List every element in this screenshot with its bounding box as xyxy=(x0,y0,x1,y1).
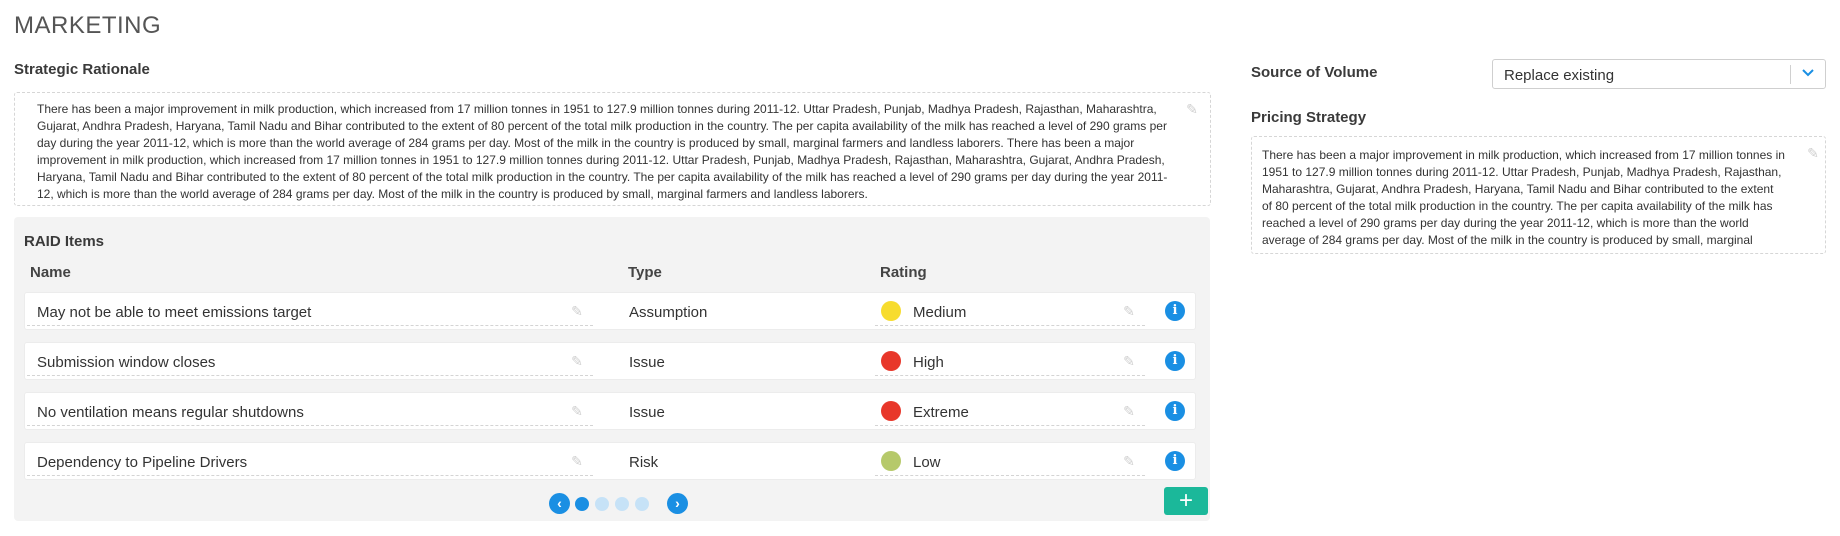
raid-type: Risk xyxy=(629,454,659,471)
rating-dot xyxy=(881,401,901,421)
strategic-rationale-textarea[interactable]: There has been a major improvement in mi… xyxy=(14,92,1211,206)
strategic-rationale-text: There has been a major improvement in mi… xyxy=(37,102,1168,201)
plus-icon: + xyxy=(1178,487,1193,514)
pencil-icon[interactable]: ✎ xyxy=(1184,101,1200,117)
raid-rating: Low xyxy=(913,454,941,471)
raid-rating: High xyxy=(913,354,944,371)
raid-name-field[interactable]: Dependency to Pipeline Drivers ✎ xyxy=(27,446,593,476)
page-dot[interactable] xyxy=(615,497,629,511)
raid-type: Issue xyxy=(629,354,665,371)
pencil-icon[interactable]: ✎ xyxy=(569,353,585,369)
raid-name-field[interactable]: Submission window closes ✎ xyxy=(27,346,593,376)
raid-name: May not be able to meet emissions target xyxy=(37,304,312,321)
raid-items-title: RAID Items xyxy=(24,233,105,250)
rating-dot xyxy=(881,451,901,471)
info-icon[interactable]: i xyxy=(1165,301,1185,321)
pencil-icon[interactable]: ✎ xyxy=(1121,353,1137,369)
table-row: Submission window closes ✎ Issue High ✎ i xyxy=(24,342,1196,380)
raid-name: Submission window closes xyxy=(37,354,216,371)
info-icon[interactable]: i xyxy=(1165,351,1185,371)
pencil-icon[interactable]: ✎ xyxy=(569,303,585,319)
pencil-icon[interactable]: ✎ xyxy=(569,453,585,469)
page-dot[interactable] xyxy=(635,497,649,511)
raid-rating-field[interactable]: High ✎ xyxy=(875,346,1145,376)
raid-type: Assumption xyxy=(629,304,708,321)
pricing-strategy-label: Pricing Strategy xyxy=(1251,109,1367,126)
column-header-name: Name xyxy=(30,264,71,281)
source-of-volume-value: Replace existing xyxy=(1504,67,1615,84)
raid-rating: Medium xyxy=(913,304,967,321)
table-row: Dependency to Pipeline Drivers ✎ Risk Low ✎ i xyxy=(24,442,1196,480)
column-header-type: Type xyxy=(628,264,662,281)
raid-type: Issue xyxy=(629,404,665,421)
pricing-strategy-text: There has been a major improvement in mi… xyxy=(1262,148,1785,247)
raid-name-field[interactable]: May not be able to meet emissions target… xyxy=(27,296,593,326)
chevron-right-icon[interactable]: › xyxy=(667,493,688,514)
add-raid-item-button[interactable]: + xyxy=(1164,487,1208,515)
info-icon[interactable]: i xyxy=(1165,401,1185,421)
pricing-strategy-textarea[interactable]: There has been a major improvement in mi… xyxy=(1251,136,1826,254)
raid-rating-field[interactable]: Extreme ✎ xyxy=(875,396,1145,426)
raid-name: Dependency to Pipeline Drivers xyxy=(37,454,248,471)
rating-dot xyxy=(881,351,901,371)
pencil-icon[interactable]: ✎ xyxy=(569,403,585,419)
pencil-icon[interactable]: ✎ xyxy=(1805,145,1821,161)
page-title: MARKETING xyxy=(14,12,162,39)
raid-name: No ventilation means regular shutdowns xyxy=(37,404,304,421)
table-row: May not be able to meet emissions target… xyxy=(24,292,1196,330)
strategic-rationale-label: Strategic Rationale xyxy=(14,61,150,78)
raid-rating-field[interactable]: Low ✎ xyxy=(875,446,1145,476)
table-row: No ventilation means regular shutdowns ✎ I… xyxy=(24,392,1196,430)
raid-rating-field[interactable]: Medium ✎ xyxy=(875,296,1145,326)
source-of-volume-select[interactable]: Replace existing xyxy=(1492,59,1826,89)
select-divider xyxy=(1790,65,1791,84)
raid-items-panel: RAID Items Name Type Rating May not be a… xyxy=(14,217,1210,521)
pencil-icon[interactable]: ✎ xyxy=(1121,453,1137,469)
pencil-icon[interactable]: ✎ xyxy=(1121,303,1137,319)
chevron-down-icon[interactable] xyxy=(1799,64,1817,82)
page-dot[interactable] xyxy=(595,497,609,511)
page-dot[interactable] xyxy=(575,497,589,511)
column-header-rating: Rating xyxy=(880,264,927,281)
rating-dot xyxy=(881,301,901,321)
raid-rating: Extreme xyxy=(913,404,969,421)
chevron-left-icon[interactable]: ‹ xyxy=(549,493,570,514)
source-of-volume-label: Source of Volume xyxy=(1251,64,1378,81)
info-icon[interactable]: i xyxy=(1165,451,1185,471)
raid-name-field[interactable]: No ventilation means regular shutdowns ✎ xyxy=(27,396,593,426)
pencil-icon[interactable]: ✎ xyxy=(1121,403,1137,419)
